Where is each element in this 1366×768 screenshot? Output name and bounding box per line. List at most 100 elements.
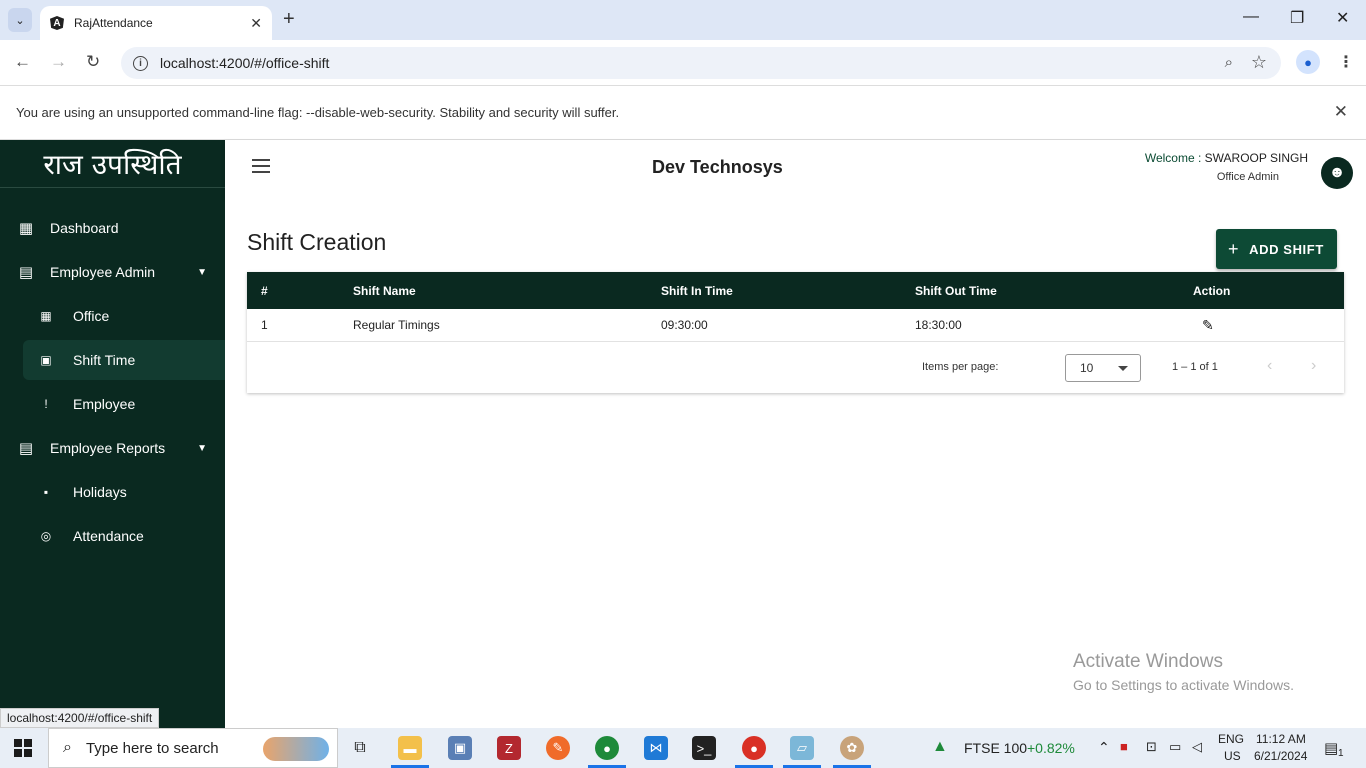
search-icon: ⌕ [63, 739, 72, 756]
watermark-line2: Go to Settings to activate Windows. [1073, 677, 1294, 693]
language-code[interactable]: ENG [1218, 732, 1244, 746]
postman-icon[interactable]: ✎ [546, 736, 570, 760]
sidebar-item-holidays[interactable]: ▪ Holidays [0, 472, 225, 512]
url-text[interactable]: localhost:4200/#/office-shift [160, 55, 329, 71]
library-books-icon: ▤ [18, 440, 34, 457]
region-code[interactable]: US [1224, 749, 1241, 763]
add-shift-button[interactable]: + ADD SHIFT [1216, 229, 1337, 269]
activate-windows-watermark: Activate Windows Go to Settings to activ… [1073, 651, 1294, 693]
url-omnibox[interactable]: i localhost:4200/#/office-shift ⌕ ☆ [121, 47, 1281, 79]
sidebar-item-employee-admin[interactable]: ▤ Employee Admin ▼ [0, 252, 225, 292]
filezilla-icon[interactable]: Z [497, 736, 521, 760]
tab-title: RajAttendance [74, 16, 153, 30]
meet-icon[interactable]: ⊡ [1146, 739, 1157, 755]
table-header: # Shift Name Shift In Time Shift Out Tim… [247, 272, 1344, 309]
caret-down-icon [1118, 366, 1128, 371]
column-header: Action [1193, 283, 1231, 298]
infobar-close-icon[interactable]: ✕ [1334, 102, 1348, 122]
minimize-icon[interactable]: — [1243, 8, 1259, 26]
dashboard-icon: ▦ [18, 220, 34, 237]
previous-page-icon[interactable]: ‹ [1267, 357, 1272, 375]
company-name: Dev Technosys [652, 157, 783, 177]
clock-date[interactable]: 6/21/2024 [1254, 749, 1307, 763]
new-tab-icon[interactable]: + [283, 8, 295, 31]
chrome-icon[interactable]: ● [742, 736, 766, 760]
address-bar: ← → ↻ i localhost:4200/#/office-shift ⌕ … [0, 40, 1366, 86]
sidebar-item-office[interactable]: ▦ Office [0, 296, 225, 336]
bookmark-star-icon[interactable]: ☆ [1251, 52, 1267, 73]
chrome-icon[interactable]: ● [595, 736, 619, 760]
sidebar-item-label: Office [73, 308, 110, 324]
clock-time[interactable]: 11:12 AM [1256, 732, 1306, 746]
next-page-icon[interactable]: › [1311, 357, 1316, 375]
avatar-icon[interactable]: ☻ [1321, 157, 1353, 189]
sidebar-item-dashboard[interactable]: ▦ Dashboard [0, 208, 225, 248]
menu-icon[interactable] [252, 159, 270, 173]
volume-muted-icon[interactable]: ◁ [1192, 739, 1202, 755]
tray-app-icon[interactable]: ■ [1120, 739, 1128, 754]
back-icon[interactable]: ← [14, 52, 31, 72]
task-view-icon[interactable]: ⧉ [348, 736, 372, 760]
ticker-name[interactable]: FTSE 100 [964, 740, 1027, 756]
page-range: 1 – 1 of 1 [1172, 361, 1218, 373]
shift-name: Regular Timings [353, 318, 440, 332]
browser-tab[interactable]: A RajAttendance ✕ [40, 6, 272, 40]
forward-icon[interactable]: → [50, 52, 67, 72]
calendar-icon: ▣ [40, 353, 52, 367]
sidebar-item-label: Holidays [73, 484, 127, 500]
site-info-icon[interactable]: i [133, 55, 148, 71]
stock-chart-icon[interactable]: ▲ [932, 738, 948, 756]
warning-infobar: You are using an unsupported command-lin… [0, 86, 1366, 140]
paint-icon[interactable]: ✿ [840, 736, 864, 760]
fingerprint-icon: ◎ [40, 529, 52, 543]
column-header: Shift In Time [661, 283, 733, 298]
browser-menu-icon[interactable]: ⋮ [1338, 52, 1354, 72]
library-books-icon: ▤ [18, 264, 34, 281]
briefcase-icon: ▪ [43, 485, 49, 499]
search-placeholder: Type here to search [85, 739, 219, 757]
window-close-icon[interactable]: ✕ [1336, 8, 1349, 28]
sidebar-item-label: Employee Admin [50, 264, 156, 280]
page-size-select[interactable]: 10 [1065, 354, 1141, 382]
tray-chevron-up-icon[interactable]: ⌃ [1098, 739, 1110, 756]
notification-icon[interactable]: ▤ [1324, 739, 1338, 757]
vscode-icon[interactable]: ⋈ [644, 736, 668, 760]
app-logo: राज उपस्थिति [0, 140, 225, 188]
sidebar-item-employee[interactable]: ! Employee [0, 384, 225, 424]
reload-icon[interactable]: ↻ [86, 52, 100, 72]
page-size-value: 10 [1080, 361, 1094, 375]
sidebar-item-label: Employee Reports [50, 440, 166, 456]
restore-icon[interactable]: ❐ [1290, 8, 1304, 28]
taskbar-search[interactable]: ⌕ Type here to search [48, 728, 338, 768]
file-explorer-icon[interactable]: ▬ [398, 736, 422, 760]
tab-close-icon[interactable]: ✕ [250, 15, 262, 32]
sidebar-item-employee-reports[interactable]: ▤ Employee Reports ▼ [0, 428, 225, 468]
sidebar-item-shift-time[interactable]: ▣ Shift Time [23, 340, 225, 380]
windows-start-icon[interactable] [14, 739, 32, 757]
tab-search-icon[interactable]: ⌄ [8, 8, 32, 32]
network-app-icon[interactable]: ▣ [448, 736, 472, 760]
sidebar-item-label: Dashboard [50, 220, 119, 236]
browser-profile-icon[interactable]: ● [1296, 50, 1320, 74]
shift-in-time: 09:30:00 [661, 318, 708, 332]
welcome-prefix: Welcome : [1144, 151, 1202, 165]
network-icon[interactable]: ▭ [1169, 739, 1181, 755]
chevron-down-icon: ▼ [197, 442, 207, 454]
chevron-down-icon: ▼ [197, 266, 207, 278]
person-icon: ! [44, 397, 48, 411]
notification-count: 1 [1338, 748, 1344, 759]
notepad-icon[interactable]: ▱ [790, 736, 814, 760]
items-per-page-label: Items per page: [922, 361, 999, 373]
shift-table: # Shift Name Shift In Time Shift Out Tim… [247, 272, 1344, 393]
zoom-icon[interactable]: ⌕ [1225, 54, 1233, 71]
angular-favicon-icon: A [50, 16, 64, 30]
shift-out-time: 18:30:00 [915, 318, 962, 332]
status-link-bubble: localhost:4200/#/office-shift [0, 708, 160, 728]
add-shift-label: ADD SHIFT [1249, 241, 1324, 257]
dashboard-icon: ▦ [40, 309, 52, 323]
page-title: Shift Creation [247, 229, 387, 255]
column-header: # [261, 283, 268, 298]
terminal-icon[interactable]: >_ [692, 736, 716, 760]
edit-pencil-icon[interactable]: ✎ [1202, 309, 1214, 341]
sidebar-item-attendance[interactable]: ◎ Attendance [0, 516, 225, 556]
